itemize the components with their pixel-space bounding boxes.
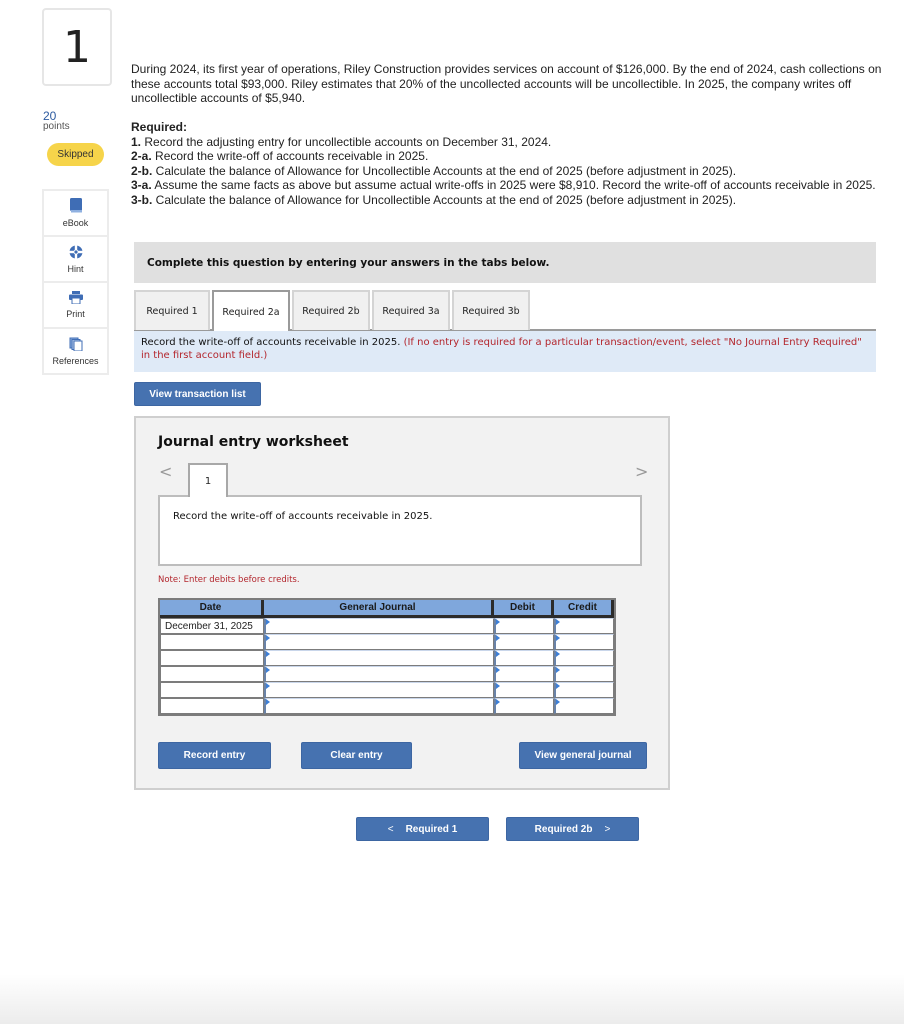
debit-input[interactable] <box>494 666 554 682</box>
next-required-button[interactable]: Required 2b > <box>506 817 639 841</box>
credit-input[interactable] <box>554 682 614 698</box>
account-select[interactable] <box>264 634 494 650</box>
table-row <box>160 698 614 714</box>
tab-required-2a[interactable]: Required 2a <box>212 290 290 332</box>
table-row: December 31, 2025 <box>160 618 614 634</box>
debit-input[interactable] <box>494 682 554 698</box>
entry-description-box: Record the write-off of accounts receiva… <box>158 495 642 566</box>
date-cell <box>160 634 264 650</box>
required-item: 3-a. Assume the same facts as above but … <box>131 178 876 192</box>
next-required-label: Required 2b <box>534 823 593 835</box>
answer-tabs: Required 1 Required 2a Required 2b Requi… <box>134 290 532 332</box>
ebook-label: eBook <box>62 218 89 228</box>
instruction-banner: Complete this question by entering your … <box>134 242 876 283</box>
required-item: 2-b. Calculate the balance of Allowance … <box>131 163 737 178</box>
debit-input[interactable] <box>494 634 554 650</box>
chevron-left-icon[interactable]: < <box>159 462 172 481</box>
prev-required-label: Required 1 <box>405 823 458 835</box>
credit-input[interactable] <box>554 634 614 650</box>
prev-required-button[interactable]: < Required 1 <box>356 817 489 841</box>
debit-input[interactable] <box>494 618 554 634</box>
col-general-journal: General Journal <box>264 600 494 618</box>
credit-input[interactable] <box>554 698 614 714</box>
ebook-button[interactable]: eBook <box>42 189 109 237</box>
debits-note: Note: Enter debits before credits. <box>158 575 300 585</box>
date-cell <box>160 666 264 682</box>
credit-input[interactable] <box>554 666 614 682</box>
required-item: 3-b. Calculate the balance of Allowance … <box>131 192 737 207</box>
hint-button[interactable]: Hint <box>42 235 109 283</box>
account-select[interactable] <box>264 698 494 714</box>
required-item: 1. Record the adjusting entry for uncoll… <box>131 134 552 149</box>
print-label: Print <box>66 309 85 319</box>
problem-text: During 2024, its first year of operation… <box>131 62 882 105</box>
table-row <box>160 682 614 698</box>
required-heading: Required: <box>131 120 188 134</box>
record-entry-button[interactable]: Record entry <box>158 742 271 769</box>
tab-required-3b[interactable]: Required 3b <box>452 290 530 330</box>
journal-entry-worksheet: Journal entry worksheet < 1 > Record the… <box>134 416 670 790</box>
date-cell: December 31, 2025 <box>160 618 264 634</box>
book-icon <box>69 198 83 215</box>
date-cell <box>160 698 264 714</box>
chevron-left-icon: < <box>387 823 394 835</box>
table-row <box>160 666 614 682</box>
tab-required-1[interactable]: Required 1 <box>134 290 210 330</box>
tab-required-2b[interactable]: Required 2b <box>292 290 370 330</box>
credit-input[interactable] <box>554 650 614 666</box>
print-button[interactable]: Print <box>42 281 109 329</box>
required-section: Required: 1. Record the adjusting entry … <box>131 120 891 207</box>
col-date: Date <box>160 600 264 618</box>
references-label: References <box>52 355 99 366</box>
documents-icon <box>69 337 83 353</box>
points-label: points <box>43 121 70 132</box>
view-general-journal-button[interactable]: View general journal <box>519 742 647 769</box>
debit-input[interactable] <box>494 650 554 666</box>
col-credit: Credit <box>554 600 614 618</box>
worksheet-title: Journal entry worksheet <box>158 434 349 450</box>
clear-entry-button[interactable]: Clear entry <box>301 742 412 769</box>
chevron-right-icon: > <box>604 823 611 835</box>
status-badge: Skipped <box>47 143 104 166</box>
tab-required-3a[interactable]: Required 3a <box>372 290 450 330</box>
lifebuoy-icon <box>68 244 83 261</box>
journal-table: Date General Journal Debit Credit Decemb… <box>158 598 616 716</box>
entry-description: Record the write-off of accounts receiva… <box>173 511 433 522</box>
date-cell <box>160 682 264 698</box>
account-select[interactable] <box>264 682 494 698</box>
printer-icon <box>68 291 83 306</box>
date-cell <box>160 650 264 666</box>
question-number: 1 <box>42 8 112 86</box>
entry-tab-1[interactable]: 1 <box>188 463 228 497</box>
tools-panel: eBook Hint Print References <box>42 189 109 375</box>
required-item: 2-a. Record the write-off of accounts re… <box>131 149 429 163</box>
tab-instruction: Record the write-off of accounts receiva… <box>134 331 876 372</box>
col-debit: Debit <box>494 600 554 618</box>
debit-input[interactable] <box>494 698 554 714</box>
table-row <box>160 650 614 666</box>
table-row <box>160 634 614 650</box>
chevron-right-icon[interactable]: > <box>635 462 648 481</box>
view-transaction-list-button[interactable]: View transaction list <box>134 382 261 406</box>
credit-input[interactable] <box>554 618 614 634</box>
instruction-main: Record the write-off of accounts receiva… <box>141 337 401 348</box>
references-button[interactable]: References <box>42 327 109 375</box>
account-select[interactable] <box>264 666 494 682</box>
account-select[interactable] <box>264 650 494 666</box>
hint-label: Hint <box>67 263 84 274</box>
account-select[interactable] <box>264 618 494 634</box>
bottom-fade <box>0 974 904 1024</box>
